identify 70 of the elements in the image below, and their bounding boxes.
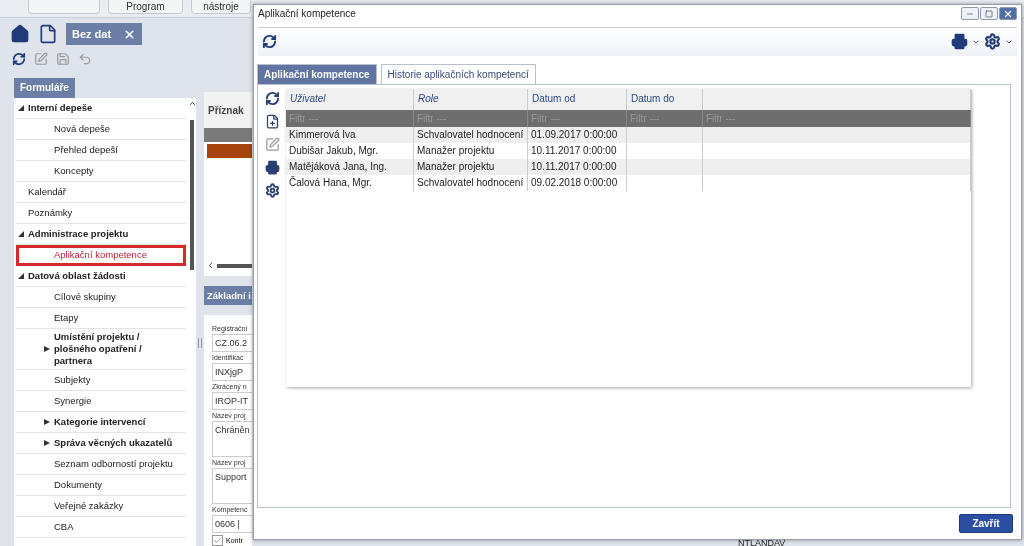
home-icon[interactable] bbox=[10, 24, 30, 44]
tree-item[interactable]: Administrace projektu bbox=[16, 224, 186, 245]
input-field[interactable]: Chráněn bbox=[212, 421, 252, 457]
expanded-icon[interactable] bbox=[18, 231, 24, 237]
tree-item[interactable]: Datová oblast žádosti bbox=[16, 266, 186, 287]
tab[interactable]: Aplikační kompetence bbox=[257, 64, 377, 85]
print-icon[interactable] bbox=[264, 160, 280, 176]
minimize-button[interactable] bbox=[961, 7, 979, 21]
settings-icon[interactable] bbox=[264, 183, 280, 199]
expanded-icon[interactable] bbox=[18, 105, 24, 111]
table-cell: 09.02.2018 0:00:00 bbox=[528, 175, 627, 192]
tree-item[interactable]: Správa věcných ukazatelů bbox=[16, 433, 186, 454]
scroll-up-icon[interactable] bbox=[188, 99, 196, 108]
dialog-title: Aplikační kompetence bbox=[258, 8, 356, 20]
tree-item[interactable]: Seznam odborností projektu bbox=[16, 454, 186, 475]
refresh-icon[interactable] bbox=[262, 34, 277, 50]
close-icon bbox=[1003, 8, 1013, 19]
tree-item[interactable]: Dokumenty bbox=[16, 475, 186, 496]
input-field[interactable]: Support bbox=[212, 468, 252, 504]
section-header: Základní i bbox=[204, 286, 252, 305]
input-field[interactable]: INXjgP bbox=[212, 363, 252, 381]
table-cell: Čalová Hana, Mgr. bbox=[286, 175, 414, 192]
nav-button[interactable]: Program bbox=[108, 0, 183, 14]
close-button[interactable] bbox=[999, 7, 1017, 21]
tree-item[interactable]: Umístění projektu / plošného opatření / partnera bbox=[16, 329, 186, 370]
add-document-icon[interactable] bbox=[264, 114, 280, 130]
tree-item[interactable]: Veřejné zakázky bbox=[16, 496, 186, 517]
refresh-icon[interactable] bbox=[264, 91, 280, 107]
table-cell: NTLANDAV bbox=[738, 538, 786, 546]
status-bar-fill bbox=[207, 144, 252, 158]
tab[interactable]: Historie aplikačních kompetencí bbox=[380, 64, 536, 85]
collapsed-icon[interactable] bbox=[44, 440, 50, 446]
expanded-icon[interactable] bbox=[18, 273, 24, 279]
maximize-icon bbox=[985, 9, 993, 18]
tree-item[interactable]: Poznámky bbox=[16, 203, 186, 224]
tree-item[interactable]: Kalendář bbox=[16, 182, 186, 203]
edit-icon[interactable] bbox=[264, 137, 280, 153]
tree-item[interactable]: Cílové skupiny bbox=[16, 287, 186, 308]
tree-item[interactable]: Interní depeše bbox=[16, 98, 186, 119]
column-header: Příznak bbox=[204, 92, 252, 128]
print-icon[interactable] bbox=[951, 33, 968, 51]
tree-item[interactable]: Synergie bbox=[16, 391, 186, 412]
checkbox[interactable] bbox=[212, 535, 223, 546]
document-icon[interactable] bbox=[38, 24, 58, 44]
settings-icon[interactable] bbox=[984, 33, 1001, 51]
open-tab[interactable]: Bez dat bbox=[66, 23, 143, 45]
scrollbar-thumb[interactable] bbox=[217, 263, 252, 268]
tree-item[interactable]: CBA bbox=[16, 517, 186, 538]
input-field[interactable]: CZ.06.2 bbox=[212, 334, 252, 352]
splitter-handle[interactable] bbox=[198, 338, 202, 348]
collapsed-icon[interactable] bbox=[44, 419, 50, 425]
nav-button[interactable]: nástroje bbox=[191, 0, 251, 14]
input-field[interactable]: 0606 | bbox=[212, 515, 252, 533]
scroll-left-icon[interactable] bbox=[206, 261, 215, 270]
table-cell: Schvalovatel hodnocení bbox=[414, 175, 528, 192]
tree-item[interactable]: Přehled depeší bbox=[16, 140, 186, 161]
filter-row bbox=[204, 128, 252, 142]
tree-item[interactable]: Aplikační kompetence bbox=[16, 245, 186, 266]
scrollbar-thumb[interactable] bbox=[190, 120, 194, 270]
tree-item[interactable]: Etapy bbox=[16, 308, 186, 329]
tree-item[interactable]: Nová depeše bbox=[16, 119, 186, 140]
close-button[interactable]: Zavřít bbox=[959, 514, 1013, 533]
input-field[interactable]: IROP-IT bbox=[212, 392, 252, 410]
panel-tab[interactable]: Formuláře bbox=[14, 78, 75, 98]
tree-item[interactable]: Subjekty bbox=[16, 370, 186, 391]
refresh-icon[interactable] bbox=[12, 52, 26, 66]
tree-item[interactable]: Kategorie intervencí bbox=[16, 412, 186, 433]
tree-item[interactable]: Koncepty bbox=[16, 161, 186, 182]
collapsed-icon[interactable] bbox=[44, 346, 50, 352]
maximize-button[interactable] bbox=[980, 7, 998, 21]
